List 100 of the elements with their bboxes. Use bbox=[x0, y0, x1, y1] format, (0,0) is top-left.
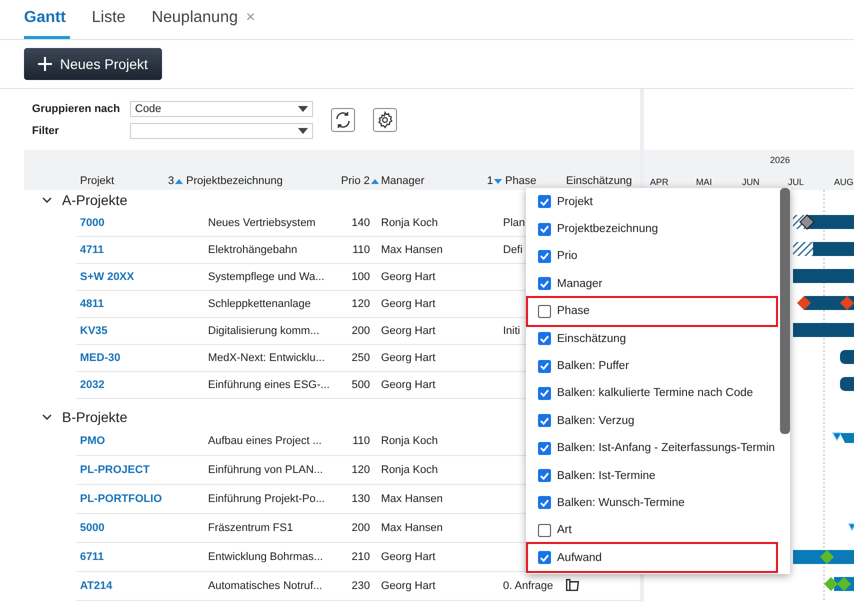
settings-icon[interactable] bbox=[373, 108, 397, 132]
checkbox[interactable] bbox=[538, 277, 551, 290]
gantt-bar[interactable] bbox=[840, 377, 854, 391]
project-code-link[interactable]: KV35 bbox=[80, 325, 108, 337]
month-label: JUL bbox=[788, 177, 804, 187]
column-header[interactable]: Prio 2 bbox=[341, 175, 379, 187]
year-label: 2026 bbox=[770, 155, 790, 165]
new-project-button[interactable]: Neues Projekt bbox=[24, 48, 162, 80]
chevron-icon[interactable] bbox=[42, 414, 52, 420]
table-cell: Schleppkettenanlage bbox=[208, 298, 311, 310]
scrollbar[interactable] bbox=[780, 188, 790, 434]
checkbox[interactable] bbox=[538, 469, 551, 482]
project-code-link[interactable]: 7000 bbox=[80, 217, 104, 229]
column-option[interactable]: Projekt bbox=[526, 188, 778, 216]
gantt-bar[interactable] bbox=[840, 350, 854, 364]
column-option[interactable]: Balken: Verzug bbox=[526, 407, 778, 435]
option-label: Balken: Ist-Termine bbox=[557, 470, 656, 482]
option-label: Aufwand bbox=[557, 552, 602, 564]
checkbox[interactable] bbox=[538, 414, 551, 428]
column-option[interactable]: Balken: Wunsch-Termine bbox=[526, 489, 778, 517]
project-code-link[interactable]: PL-PROJECT bbox=[80, 464, 150, 476]
project-code-link[interactable]: PMO bbox=[80, 435, 106, 447]
filter-label: Filter bbox=[32, 124, 60, 136]
column-option[interactable]: Balken: Puffer bbox=[526, 352, 778, 380]
filter-label: Gruppieren nach bbox=[32, 102, 122, 114]
column-option[interactable]: Balken: kalkulierte Termine nach Code bbox=[526, 380, 778, 408]
project-code-link[interactable]: 5000 bbox=[80, 522, 104, 534]
column-option[interactable]: Manager bbox=[526, 270, 778, 298]
table-cell: Aufbau eines Project ... bbox=[208, 435, 322, 447]
gantt-bar[interactable] bbox=[793, 242, 854, 256]
table-cell: 130 bbox=[352, 493, 370, 505]
table-cell: Einführung eines ESG-... bbox=[208, 379, 330, 391]
dropdown-field[interactable] bbox=[130, 122, 313, 138]
table-cell: Neues Vertriebsystem bbox=[208, 217, 316, 229]
table-cell: Elektrohängebahn bbox=[208, 244, 298, 256]
column-header[interactable]: Manager bbox=[381, 175, 424, 187]
checkbox[interactable] bbox=[538, 195, 551, 208]
column-option[interactable]: Aufwand bbox=[526, 544, 778, 572]
option-label: Prio bbox=[557, 250, 578, 262]
milestone-marker[interactable] bbox=[797, 296, 811, 310]
table-cell: Max Hansen bbox=[381, 493, 443, 505]
group-label: B-Projekte bbox=[62, 409, 128, 425]
option-label: Art bbox=[557, 524, 572, 536]
milestone-marker[interactable] bbox=[848, 524, 854, 532]
checkbox[interactable] bbox=[538, 332, 551, 346]
caret-icon bbox=[298, 128, 308, 134]
checkbox[interactable] bbox=[538, 386, 551, 400]
table-cell: Systempflege und Wa... bbox=[208, 271, 324, 283]
project-code-link[interactable]: 4811 bbox=[80, 298, 104, 310]
milestone-marker[interactable] bbox=[837, 577, 851, 591]
chevron-icon[interactable] bbox=[42, 197, 52, 203]
checkbox[interactable] bbox=[538, 250, 551, 263]
table-cell: Ronja Koch bbox=[381, 435, 438, 447]
column-option[interactable]: Balken: Ist-Anfang - Zeiterfassungs-Termin bbox=[526, 434, 778, 462]
table-cell: 0. Anfrage bbox=[503, 580, 554, 592]
checkbox[interactable] bbox=[538, 222, 551, 236]
refresh-icon[interactable] bbox=[331, 108, 355, 132]
column-option[interactable]: Prio bbox=[526, 242, 778, 270]
project-code-link[interactable]: 6711 bbox=[80, 551, 104, 563]
tab[interactable]: Liste bbox=[92, 0, 130, 39]
dropdown-field[interactable]: Code bbox=[130, 100, 313, 116]
checkbox[interactable] bbox=[538, 304, 551, 318]
table-cell: 140 bbox=[352, 217, 370, 229]
milestone-marker[interactable] bbox=[824, 577, 838, 591]
table-cell: 500 bbox=[352, 379, 370, 391]
table-cell: Ronja Koch bbox=[381, 217, 438, 229]
project-code-link[interactable]: PL-PORTFOLIO bbox=[80, 493, 162, 505]
milestone-marker[interactable] bbox=[820, 550, 834, 564]
project-code-link[interactable]: AT214 bbox=[80, 580, 112, 592]
table-cell: 120 bbox=[352, 464, 370, 476]
column-header[interactable]: 1 Phase bbox=[487, 175, 536, 187]
table-cell: MedX-Next: Entwicklu... bbox=[208, 352, 325, 364]
tab[interactable]: Gantt bbox=[24, 0, 70, 39]
checkbox[interactable] bbox=[538, 496, 551, 510]
table-cell: Georg Hart bbox=[381, 551, 436, 563]
month-label: MAI bbox=[696, 177, 712, 187]
table-cell: Max Hansen bbox=[381, 522, 443, 534]
checkbox[interactable] bbox=[538, 551, 551, 564]
project-code-link[interactable]: S+W 20XX bbox=[80, 271, 134, 283]
milestone-marker[interactable] bbox=[799, 214, 815, 230]
project-code-link[interactable]: 4711 bbox=[80, 244, 104, 256]
column-option[interactable]: Phase bbox=[526, 298, 778, 325]
milestone-marker[interactable] bbox=[840, 296, 854, 310]
checkbox[interactable] bbox=[538, 524, 551, 537]
table-cell: Fräszentrum FS1 bbox=[208, 522, 293, 534]
column-header[interactable]: Einschätzung bbox=[566, 175, 632, 187]
option-label: Balken: Wunsch-Termine bbox=[557, 496, 685, 509]
column-option[interactable]: Projektbezeichnung bbox=[526, 215, 778, 243]
column-option[interactable]: Einschätzung bbox=[526, 324, 778, 352]
checkbox[interactable] bbox=[538, 442, 551, 455]
column-option[interactable]: Balken: Ist-Termine bbox=[526, 462, 778, 490]
tab[interactable]: Neuplanung × bbox=[152, 0, 260, 39]
table-cell: 210 bbox=[352, 551, 370, 563]
project-code-link[interactable]: 2032 bbox=[80, 379, 104, 391]
column-header[interactable]: Projekt bbox=[80, 175, 114, 187]
column-header[interactable]: 3 Projektbezeichnung bbox=[168, 175, 283, 187]
column-option[interactable]: Art bbox=[526, 516, 778, 544]
milestone-marker[interactable] bbox=[832, 432, 842, 441]
project-code-link[interactable]: MED-30 bbox=[80, 352, 120, 364]
checkbox[interactable] bbox=[538, 360, 551, 373]
